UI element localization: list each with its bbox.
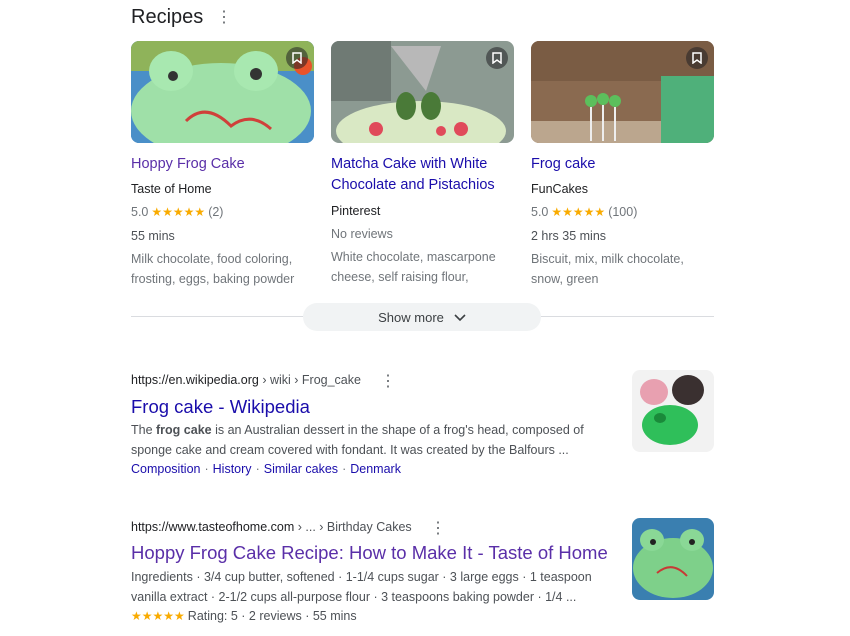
recipe-image-frog-cake[interactable] [531,41,714,143]
frog-cake-photo [632,370,714,452]
url-domain: https://www.tasteofhome.com [131,520,295,534]
ingredients-line: frosting, eggs, baking powder [131,272,295,286]
rating-value: 5.0 [531,205,549,219]
result-title-2[interactable]: Hoppy Frog Cake Recipe: How to Make It -… [131,542,608,564]
more-options-icon[interactable]: ⋮ [216,10,232,26]
recipe-image-hoppy-frog[interactable] [131,41,314,143]
recipe-time-3: 2 hrs 35 mins [531,229,607,243]
snippet-text: The [131,423,157,437]
bookmark-icon[interactable] [286,47,308,69]
ingredients-line: White chocolate, mascarpone [331,250,496,264]
recipe-source-1: Taste of Home [131,182,212,196]
show-more-label: Show more [378,309,444,325]
result-thumbnail-2[interactable] [632,518,714,600]
sitelink-composition[interactable]: Composition [131,462,200,476]
show-more-button[interactable]: Show more [303,303,541,331]
snippet-line: vanilla extract · 2-1/2 cups all-purpose… [131,590,577,604]
section-title: Recipes [131,6,204,28]
title-line: Chocolate and Pistachios [331,177,495,193]
url-domain: https://en.wikipedia.org [131,373,259,387]
snippet-bold: frog cake [156,423,212,437]
review-count: (2) [208,205,224,219]
snippet-line: sponge cake and cream covered with fonda… [131,443,569,457]
ingredients-line: Biscuit, mix, milk chocolate, [531,252,684,266]
ingredients-line: Milk chocolate, food coloring, [131,252,293,266]
recipe-ingredients-2: White chocolate, mascarpone cheese, self… [331,247,496,287]
result-snippet-1: The frog cake is an Australian dessert i… [131,420,584,460]
recipe-title-3[interactable]: Frog cake [531,154,595,175]
result-title-1[interactable]: Frog cake - Wikipedia [131,396,310,418]
result-options-icon[interactable]: ⋮ [430,521,446,537]
bookmark-icon[interactable] [686,47,708,69]
result-thumbnail-1[interactable] [632,370,714,452]
recipe-source-2: Pinterest [331,204,381,218]
recipe-source-3: FunCakes [531,182,588,196]
star-icons: ★★★★★ [551,205,606,219]
sitelink-history[interactable]: History [213,462,252,476]
result-url-2[interactable]: https://www.tasteofhome.com › ... › Birt… [131,520,412,534]
result-snippet-2: Ingredients · 3/4 cup butter, softened ·… [131,567,592,607]
url-path: › wiki › Frog_cake [258,373,361,387]
recipe-rating-1: 5.0 ★★★★★ (2) [131,205,223,219]
hoppy-frog-photo [632,518,714,600]
star-icons: ★★★★★ [151,205,206,219]
bookmark-icon[interactable] [486,47,508,69]
rating-text: Rating: 5 · 2 reviews · 55 mins [187,609,357,623]
recipe-image-matcha[interactable] [331,41,514,143]
recipe-title-2[interactable]: Matcha Cake with White Chocolate and Pis… [331,154,495,196]
recipe-title-1[interactable]: Hoppy Frog Cake [131,154,245,175]
recipe-rating-3: 5.0 ★★★★★ (100) [531,205,637,219]
star-icons: ★★★★★ [131,609,185,623]
url-path: › ... › Birthday Cakes [294,520,412,534]
result-options-icon[interactable]: ⋮ [380,374,396,390]
ingredients-line: snow, green [531,272,599,286]
chevron-down-icon [454,310,466,325]
result-rating-2: ★★★★★ Rating: 5 · 2 reviews · 55 mins [131,609,357,623]
sitelink-denmark[interactable]: Denmark [350,462,401,476]
review-count: (100) [608,205,638,219]
result-url-1[interactable]: https://en.wikipedia.org › wiki › Frog_c… [131,373,361,387]
snippet-line: Ingredients · 3/4 cup butter, softened ·… [131,570,592,584]
ingredients-line: cheese, self raising flour, [331,270,469,284]
title-line: Matcha Cake with White [331,156,488,172]
recipe-ingredients-3: Biscuit, mix, milk chocolate, snow, gree… [531,249,684,289]
snippet-line: The frog cake is an Australian dessert i… [131,420,584,440]
sitelinks: Composition · History · Similar cakes · Denmar… [131,462,401,476]
rating-value: 5.0 [131,205,149,219]
sitelink-similar-cakes[interactable]: Similar cakes [264,462,338,476]
no-reviews-label: No reviews [331,227,393,241]
recipe-time-1: 55 mins [131,229,175,243]
recipe-ingredients-1: Milk chocolate, food coloring, frosting,… [131,249,294,289]
snippet-text: is an Australian dessert in the shape of… [211,423,584,437]
